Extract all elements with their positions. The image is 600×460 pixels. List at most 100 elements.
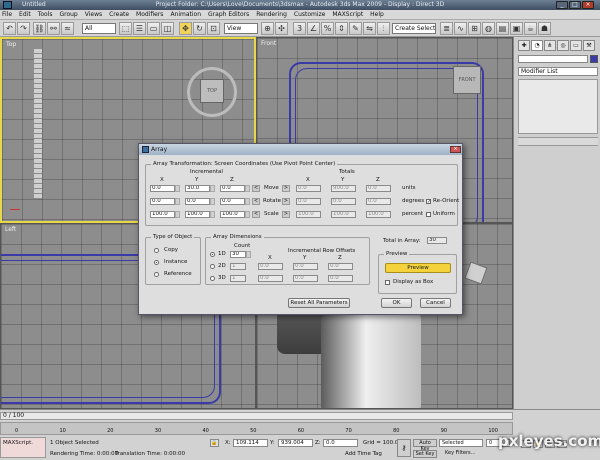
window-crossing-icon[interactable]: ◫: [161, 22, 174, 35]
scale-right-arrow-button[interactable]: >: [282, 211, 290, 218]
display-tab[interactable]: ▭: [570, 40, 582, 51]
scale-y-incremental[interactable]: 100.0: [185, 211, 210, 218]
curve-editor-icon[interactable]: ∿: [454, 22, 467, 35]
viewport-label-front[interactable]: Front: [261, 40, 276, 47]
count-1d-field[interactable]: 30: [230, 251, 246, 258]
viewcube-front[interactable]: FRONT: [453, 66, 481, 94]
object-color-swatch[interactable]: [590, 55, 598, 63]
reference-radio[interactable]: [154, 272, 159, 277]
reset-all-parameters-button[interactable]: Reset All Parameters: [288, 298, 350, 308]
select-object-icon[interactable]: ⬚: [119, 22, 132, 35]
menu-file[interactable]: File: [2, 11, 12, 18]
key-filter-dropdown[interactable]: Selected: [439, 439, 483, 447]
spinner-arrows[interactable]: [245, 185, 250, 192]
display-as-box-checkbox[interactable]: [385, 280, 390, 285]
1d-radio[interactable]: [210, 252, 215, 257]
menu-tools[interactable]: Tools: [38, 11, 53, 18]
instance-radio[interactable]: [154, 260, 159, 265]
render-setup-icon[interactable]: ▤: [496, 22, 509, 35]
2d-offset-z[interactable]: 0.0: [328, 263, 353, 270]
re-orient-checkbox[interactable]: ✓: [426, 199, 431, 205]
2d-radio[interactable]: [210, 264, 215, 269]
rotate-right-arrow-button[interactable]: >: [282, 198, 290, 205]
cancel-button[interactable]: Cancel: [420, 298, 451, 308]
modify-tab[interactable]: ◔: [531, 40, 543, 51]
menu-modifiers[interactable]: Modifiers: [136, 11, 163, 18]
select-by-name-icon[interactable]: ☰: [133, 22, 146, 35]
unlink-icon[interactable]: ⚯: [47, 22, 60, 35]
3d-offset-z[interactable]: 0.0: [328, 275, 353, 282]
menu-help[interactable]: Help: [370, 11, 384, 18]
schematic-view-icon[interactable]: ⊞: [468, 22, 481, 35]
spinner-arrows[interactable]: [210, 198, 215, 205]
menu-views[interactable]: Views: [85, 11, 102, 18]
snap-toggle-icon[interactable]: 3: [293, 22, 306, 35]
spinner-arrows[interactable]: [210, 211, 215, 218]
spinner-arrows[interactable]: [175, 198, 180, 205]
align-icon[interactable]: ⫶: [377, 22, 390, 35]
menu-graph-editors[interactable]: Graph Editors: [208, 11, 249, 18]
minimize-button[interactable]: _: [556, 1, 568, 9]
scale-y-total[interactable]: 100.0: [331, 211, 356, 218]
motion-tab[interactable]: ◎: [557, 40, 569, 51]
move-z-total[interactable]: 0.0: [366, 185, 391, 192]
rotate-z-total[interactable]: 0.0: [366, 198, 391, 205]
percent-snap-icon[interactable]: %: [321, 22, 334, 35]
scale-x-incremental[interactable]: 100.0: [150, 211, 175, 218]
close-button[interactable]: ×: [582, 1, 594, 9]
viewcube-top-face[interactable]: TOP: [200, 79, 224, 103]
move-right-arrow-button[interactable]: >: [282, 185, 290, 192]
rotate-z-incremental[interactable]: 0.0: [220, 198, 245, 205]
menu-maxscript[interactable]: MAXScript: [332, 11, 363, 18]
named-selection-sets-dropdown[interactable]: Create Selection Set: [392, 23, 436, 34]
edit-named-selection-icon[interactable]: ✎: [349, 22, 362, 35]
selection-filter-dropdown[interactable]: All: [82, 23, 116, 34]
menu-create[interactable]: Create: [109, 11, 129, 18]
modifier-stack[interactable]: [518, 79, 598, 134]
maxscript-listener[interactable]: MAXScript.: [0, 437, 46, 458]
rotate-left-arrow-button[interactable]: <: [252, 198, 260, 205]
rotate-icon[interactable]: ↻: [193, 22, 206, 35]
spinner-snap-icon[interactable]: ⇕: [335, 22, 348, 35]
dialog-close-button[interactable]: ×: [450, 146, 461, 153]
pivot-center-icon[interactable]: ⊕: [261, 22, 274, 35]
scale-icon[interactable]: ⊡: [207, 22, 220, 35]
utilities-tab[interactable]: ⚒: [583, 40, 595, 51]
move-icon[interactable]: ✥: [179, 22, 192, 35]
scale-x-total[interactable]: 100.0: [296, 211, 321, 218]
key-filters-button[interactable]: Key Filters...: [445, 450, 479, 458]
2d-offset-y[interactable]: 0.0: [293, 263, 318, 270]
uniform-checkbox[interactable]: [426, 212, 431, 217]
track-bar[interactable]: 0 10 20 30 40 50 60 70 80 90 100: [0, 422, 513, 435]
material-editor-icon[interactable]: ◍: [482, 22, 495, 35]
scale-z-total[interactable]: 100.0: [366, 211, 391, 218]
scale-z-incremental[interactable]: 100.0: [220, 211, 245, 218]
hierarchy-tab[interactable]: ⋔: [544, 40, 556, 51]
move-x-incremental[interactable]: 0.0: [150, 185, 175, 192]
modifier-list-dropdown[interactable]: Modifier List: [518, 67, 598, 76]
spinner-arrows[interactable]: [246, 251, 251, 258]
3d-offset-x[interactable]: 0.0: [258, 275, 283, 282]
redo-icon[interactable]: ↷: [17, 22, 30, 35]
viewport-label-left[interactable]: Left: [5, 226, 16, 233]
menu-customize[interactable]: Customize: [294, 11, 326, 18]
spinner-arrows[interactable]: [175, 185, 180, 192]
3d-radio[interactable]: [210, 276, 215, 281]
select-manipulate-icon[interactable]: ✣: [275, 22, 288, 35]
key-mode-icon[interactable]: ⚷: [397, 439, 411, 457]
y-coordinate-field[interactable]: 939.004: [278, 439, 313, 447]
region-select-icon[interactable]: ▭: [147, 22, 160, 35]
menu-rendering[interactable]: Rendering: [256, 11, 287, 18]
preview-button[interactable]: Preview: [385, 263, 451, 273]
undo-icon[interactable]: ↶: [3, 22, 16, 35]
count-2d-field[interactable]: 1: [230, 263, 246, 270]
menu-animation[interactable]: Animation: [170, 11, 201, 18]
move-x-total[interactable]: 0.0: [296, 185, 321, 192]
lock-selection-icon[interactable]: 🔒: [210, 439, 219, 447]
move-y-total[interactable]: 900.0: [331, 185, 356, 192]
bind-space-warp-icon[interactable]: ≈: [61, 22, 74, 35]
add-time-tag-button[interactable]: Add Time Tag: [345, 451, 382, 457]
scale-left-arrow-button[interactable]: <: [252, 211, 260, 218]
viewport-label-top[interactable]: Top: [6, 41, 16, 48]
move-z-incremental[interactable]: 0.0: [220, 185, 245, 192]
